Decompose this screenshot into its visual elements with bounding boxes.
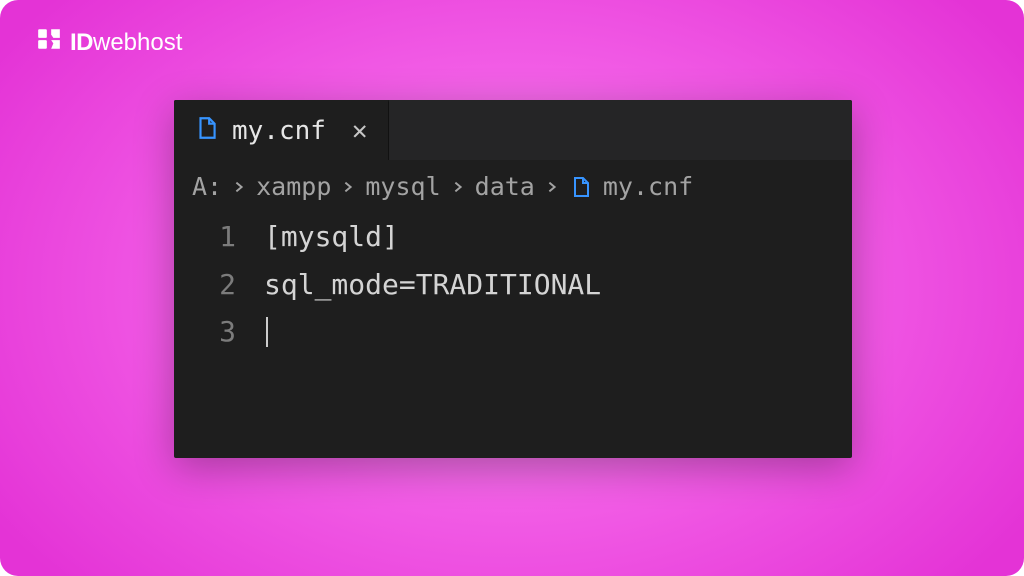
brand-mark-icon [36, 26, 62, 59]
file-icon [569, 175, 593, 199]
line-number: 3 [174, 308, 264, 356]
brand-text: IDwebhost [70, 29, 182, 57]
file-icon [194, 115, 220, 148]
code-text: sql_mode=TRADITIONAL [264, 261, 601, 309]
code-area[interactable]: 1 [mysqld] 2 sql_mode=TRADITIONAL 3 [174, 209, 852, 356]
code-text: [mysqld] [264, 213, 399, 261]
text-cursor [266, 317, 268, 347]
breadcrumb-filename[interactable]: my.cnf [603, 172, 693, 201]
code-line: 1 [mysqld] [174, 213, 852, 261]
brand-logo: IDwebhost [36, 26, 182, 59]
promo-canvas: IDwebhost my.cnf ✕ A: xampp [0, 0, 1024, 576]
code-line: 2 sql_mode=TRADITIONAL [174, 261, 852, 309]
chevron-right-icon [341, 180, 355, 194]
code-line: 3 [174, 308, 852, 356]
breadcrumb: A: xampp mysql data my.cnf [174, 160, 852, 209]
close-icon[interactable]: ✕ [352, 116, 368, 146]
tab-filename: my.cnf [232, 116, 326, 146]
chevron-right-icon [232, 180, 246, 194]
breadcrumb-part[interactable]: mysql [365, 172, 440, 201]
breadcrumb-part[interactable]: data [475, 172, 535, 201]
editor-tab[interactable]: my.cnf ✕ [174, 100, 389, 160]
chevron-right-icon [451, 180, 465, 194]
editor-tabbar: my.cnf ✕ [174, 100, 852, 160]
line-number: 2 [174, 261, 264, 309]
brand-rest: webhost [93, 29, 182, 56]
line-number: 1 [174, 213, 264, 261]
brand-id: ID [70, 29, 93, 56]
code-editor-window: my.cnf ✕ A: xampp mysql data [174, 100, 852, 458]
breadcrumb-part[interactable]: xampp [256, 172, 331, 201]
breadcrumb-drive[interactable]: A: [192, 172, 222, 201]
chevron-right-icon [545, 180, 559, 194]
